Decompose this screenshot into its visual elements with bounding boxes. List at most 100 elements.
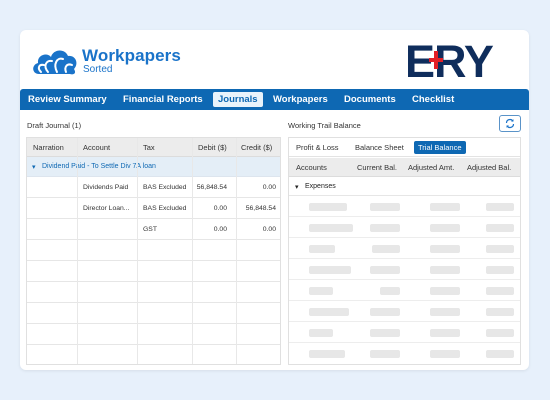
skeleton-cell <box>370 224 400 232</box>
skeleton-cell <box>370 329 400 337</box>
table-row <box>27 325 280 345</box>
cell-tax: BAS Excluded <box>143 184 187 191</box>
skeleton-cell <box>486 245 514 253</box>
tab-trial-balance[interactable]: Trial Balance <box>414 141 466 154</box>
table-row <box>27 346 280 366</box>
tab-profit-loss[interactable]: Profit & Loss <box>292 141 343 154</box>
main-nav: Review Summary Financial Reports Journal… <box>20 89 529 110</box>
skeleton-cell <box>309 224 353 232</box>
column-divider <box>192 138 193 364</box>
app-tagline: Sorted <box>83 64 113 75</box>
col-tax[interactable]: Tax <box>143 143 155 152</box>
skeleton-cell <box>370 350 400 358</box>
cell-tax: BAS Excluded <box>143 205 187 212</box>
nav-financial-reports[interactable]: Financial Reports <box>118 92 208 107</box>
skeleton-cell <box>486 203 514 211</box>
skeleton-cell <box>430 287 460 295</box>
table-row <box>27 304 280 324</box>
cloud-logo-icon <box>33 50 77 75</box>
skeleton-cell <box>486 308 514 316</box>
cell-debit: 0.00 <box>213 226 227 233</box>
cell-credit: 0.00 <box>262 226 276 233</box>
table-row[interactable]: GST 0.00 0.00 <box>27 220 280 240</box>
col-debit[interactable]: Debit ($) <box>198 143 227 152</box>
caret-down-icon[interactable]: ▾ <box>32 163 36 171</box>
col-current-bal[interactable]: Current Bal. <box>357 163 397 172</box>
skeleton-cell <box>309 329 333 337</box>
col-accounts[interactable]: Accounts <box>296 163 327 172</box>
skeleton-cell <box>309 287 333 295</box>
skeleton-row <box>289 323 520 343</box>
skeleton-row <box>289 260 520 280</box>
skeleton-row <box>289 281 520 301</box>
nav-review-summary[interactable]: Review Summary <box>23 92 112 107</box>
skeleton-cell <box>430 350 460 358</box>
table-row <box>27 283 280 303</box>
skeleton-cell <box>372 245 400 253</box>
column-divider <box>236 138 237 364</box>
ery-partner-logo: ERY <box>405 37 495 83</box>
skeleton-cell <box>430 203 460 211</box>
cell-credit: 0.00 <box>262 184 276 191</box>
column-divider <box>77 138 78 364</box>
table-header: Narration Account Tax Debit ($) Credit (… <box>27 138 280 157</box>
skeleton-cell <box>486 266 514 274</box>
cell-credit: 56,848.54 <box>245 205 276 212</box>
skeleton-cell <box>486 224 514 232</box>
cell-debit: 0.00 <box>213 205 227 212</box>
draft-journal-table: Narration Account Tax Debit ($) Credit (… <box>26 137 281 365</box>
trial-balance-title: Working Trail Balance <box>288 121 361 130</box>
expenses-group-row[interactable]: ▾ Expenses <box>289 178 520 196</box>
table-row <box>27 241 280 261</box>
nav-workpapers[interactable]: Workpapers <box>268 92 333 107</box>
header: Workpapers Sorted ERY <box>20 30 529 88</box>
skeleton-row <box>289 239 520 259</box>
table-header: Accounts Current Bal. Adjusted Amt. Adju… <box>289 158 520 177</box>
table-row[interactable]: Dividends Paid BAS Excluded 56,848.54 0.… <box>27 178 280 198</box>
app-name: Workpapers <box>82 46 181 65</box>
skeleton-cell <box>309 245 335 253</box>
caret-down-icon[interactable]: ▾ <box>295 183 299 191</box>
skeleton-cell <box>430 224 460 232</box>
skeleton-cell <box>309 203 347 211</box>
nav-checklist[interactable]: Checklist <box>407 92 459 107</box>
skeleton-cell <box>486 350 514 358</box>
cell-debit: 56,848.54 <box>196 184 227 191</box>
skeleton-cell <box>309 350 345 358</box>
col-adjusted-amt[interactable]: Adjusted Amt. <box>408 163 454 172</box>
skeleton-cell <box>486 287 514 295</box>
skeleton-cell <box>309 308 349 316</box>
refresh-button[interactable] <box>499 115 521 132</box>
skeleton-cell <box>309 266 351 274</box>
skeleton-cell <box>370 308 400 316</box>
cell-account: Dividends Paid <box>83 184 129 191</box>
skeleton-row <box>289 302 520 322</box>
col-account[interactable]: Account <box>83 143 110 152</box>
app-window: Workpapers Sorted ERY Review Summary Fin… <box>20 30 529 370</box>
nav-documents[interactable]: Documents <box>339 92 401 107</box>
skeleton-row <box>289 218 520 238</box>
skeleton-row <box>289 344 520 364</box>
journal-group-row[interactable]: ▾ Dividend Paid - To Settle Div 7A loan <box>27 157 280 177</box>
tab-balance-sheet[interactable]: Balance Sheet <box>351 141 408 154</box>
column-divider <box>137 138 138 364</box>
journal-group-label: Dividend Paid - To Settle Div 7A loan <box>42 163 156 170</box>
skeleton-cell <box>430 266 460 274</box>
table-row[interactable]: Director Loan... BAS Excluded 0.00 56,84… <box>27 199 280 219</box>
skeleton-cell <box>430 329 460 337</box>
skeleton-row <box>289 197 520 217</box>
nav-journals[interactable]: Journals <box>213 92 263 107</box>
table-row <box>27 262 280 282</box>
expenses-group-label: Expenses <box>305 183 336 190</box>
skeleton-cell <box>486 329 514 337</box>
report-tabs: Profit & Loss Balance Sheet Trial Balanc… <box>289 138 520 157</box>
cell-account: Director Loan... <box>83 205 130 212</box>
draft-journal-title: Draft Journal (1) <box>27 121 82 130</box>
skeleton-cell <box>370 266 400 274</box>
col-adjusted-bal[interactable]: Adjusted Bal. <box>467 163 511 172</box>
skeleton-cell <box>380 287 400 295</box>
skeleton-cell <box>370 203 400 211</box>
cell-tax: GST <box>143 226 157 233</box>
col-credit[interactable]: Credit ($) <box>241 143 272 152</box>
col-narration[interactable]: Narration <box>33 143 64 152</box>
